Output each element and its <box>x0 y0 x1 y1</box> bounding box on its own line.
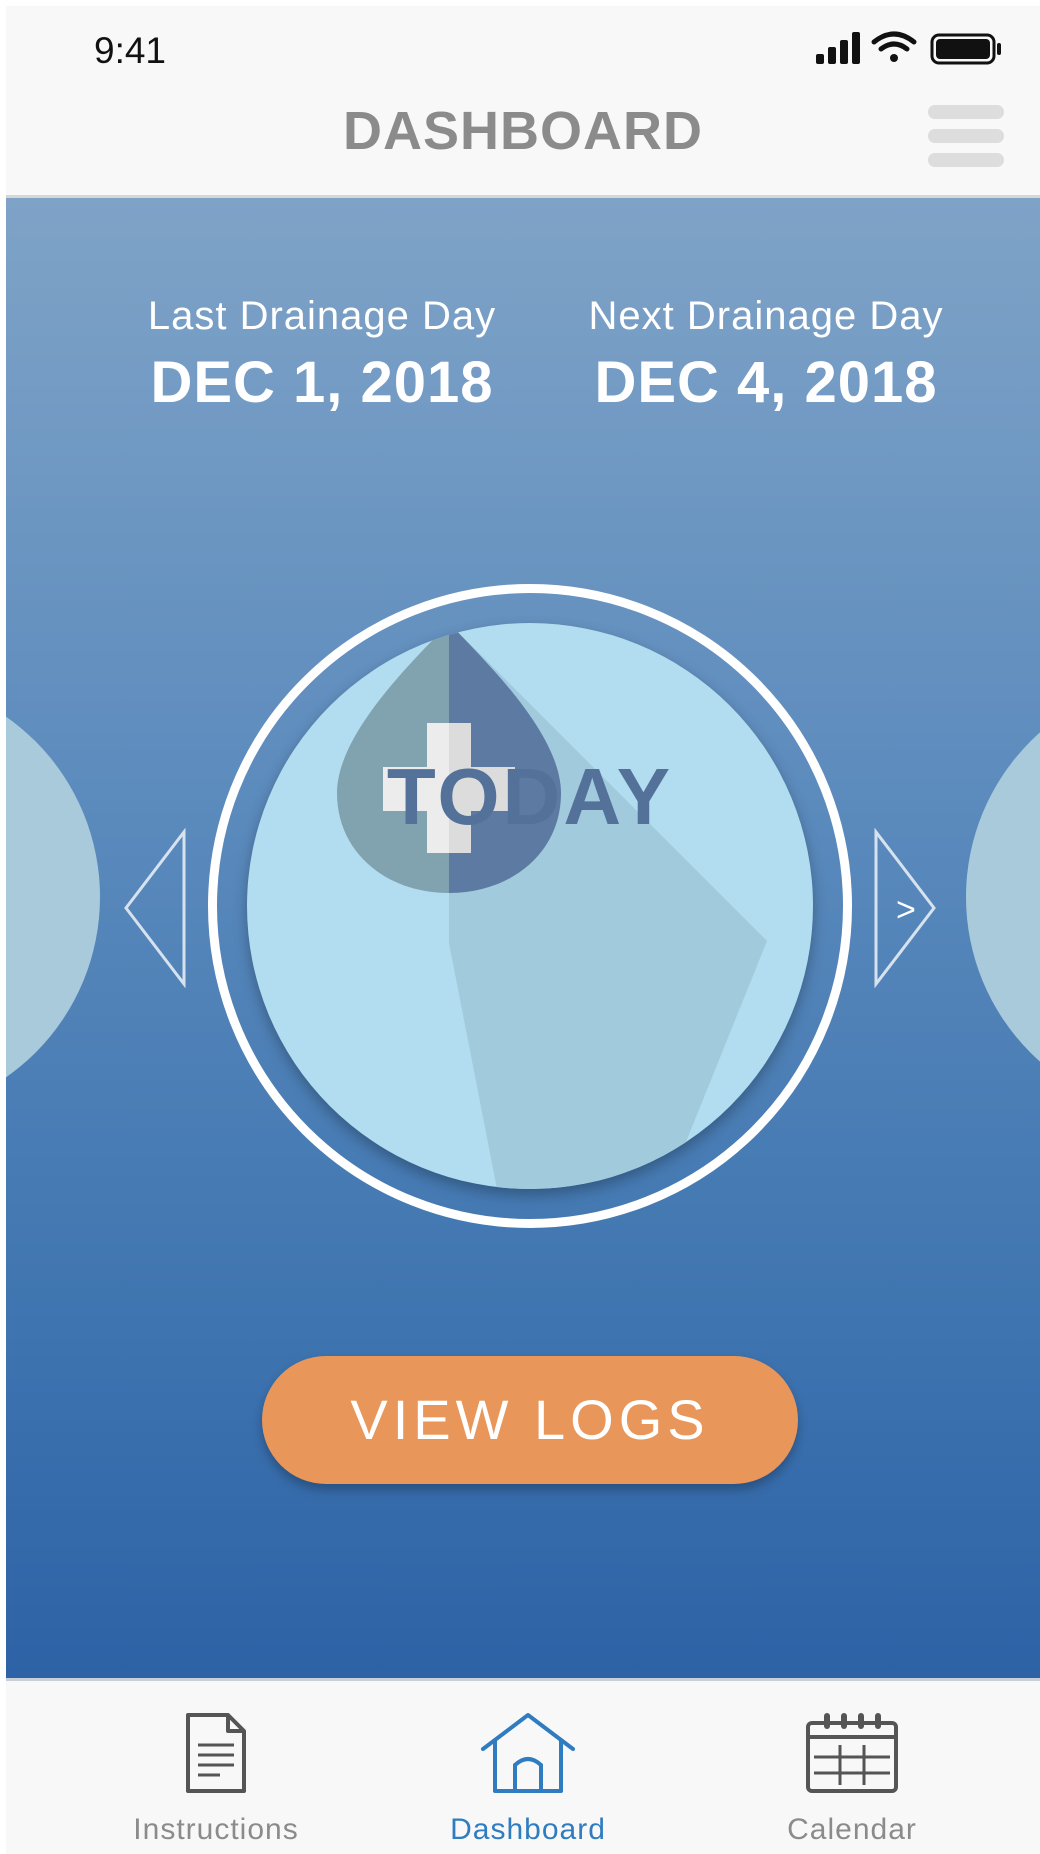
wifi-icon <box>871 31 917 62</box>
document-icon <box>186 1713 246 1793</box>
signal-icon <box>816 32 860 64</box>
calendar-icon <box>806 1713 898 1793</box>
blood-drop-plus-icon <box>337 623 767 1189</box>
today-label: TODAY <box>386 752 674 841</box>
tab-dashboard-label: Dashboard <box>450 1813 606 1846</box>
tab-calendar-label: Calendar <box>787 1813 917 1846</box>
status-time: 9:41 <box>94 30 167 71</box>
menu-button[interactable] <box>928 105 1004 167</box>
battery-icon <box>930 33 1001 65</box>
next-drainage-block: Next Drainage Day DEC 4, 2018 <box>546 294 986 416</box>
last-drainage-date: DEC 1, 2018 <box>150 350 494 415</box>
view-logs-button[interactable]: VIEW LOGS <box>262 1356 798 1484</box>
dashboard-main: Last Drainage Day DEC 1, 2018 Next Drain… <box>6 198 1040 1678</box>
next-drainage-date: DEC 4, 2018 <box>594 350 938 415</box>
app-screen: 9:41 DASHBOARD Last Drainage Day DEC 1, … <box>6 6 1040 1854</box>
next-arrow-glyph: > <box>896 891 916 929</box>
tab-dashboard[interactable]: Dashboard <box>378 1681 678 1854</box>
tab-instructions[interactable]: Instructions <box>66 1681 366 1854</box>
tab-bar: Instructions Dashboard Calendar <box>6 1678 1040 1854</box>
next-arrow-icon[interactable]: > <box>870 828 940 988</box>
today-button[interactable]: TODAY <box>247 623 813 1189</box>
next-drainage-label: Next Drainage Day <box>588 294 944 338</box>
previous-arrow-icon[interactable] <box>120 828 190 988</box>
tab-instructions-label: Instructions <box>133 1813 299 1846</box>
page-title: DASHBOARD <box>343 101 703 161</box>
tab-calendar[interactable]: Calendar <box>702 1681 1002 1854</box>
next-day-card[interactable] <box>966 677 1040 1117</box>
previous-day-card[interactable] <box>6 677 100 1117</box>
last-drainage-label: Last Drainage Day <box>147 294 497 338</box>
navigation-bar: DASHBOARD <box>6 80 1040 198</box>
menu-icon-line <box>928 129 1004 143</box>
status-icons <box>816 31 1001 65</box>
last-drainage-block: Last Drainage Day DEC 1, 2018 <box>102 294 542 416</box>
menu-icon-line <box>928 153 1004 167</box>
menu-icon-line <box>928 105 1004 119</box>
home-icon <box>481 1713 575 1793</box>
